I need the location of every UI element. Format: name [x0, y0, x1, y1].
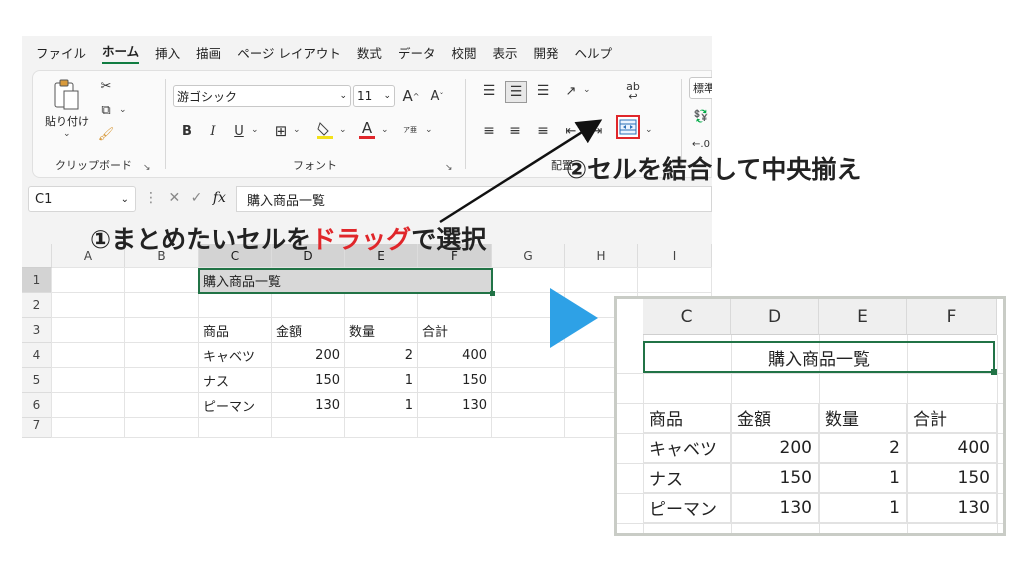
- merged-result-zoom: C D E F 購入商品一覧 商品 金額 数量 合計 キャベツ 200 2 40…: [614, 296, 1006, 536]
- step1-instruction: ①まとめたいセルをドラッグで選択: [90, 220, 486, 256]
- zoom-cell-d4: 200: [731, 433, 819, 463]
- zoom-cell-e3: 数量: [819, 403, 907, 433]
- zoom-column-header-e: E: [819, 299, 907, 335]
- zoom-fill-handle: [991, 369, 997, 375]
- zoom-cell-f3: 合計: [907, 403, 997, 433]
- zoom-column-header-f: F: [907, 299, 997, 335]
- zoom-column-header-d: D: [731, 299, 819, 335]
- zoom-cell-c3: 商品: [643, 403, 731, 433]
- zoom-cell-e5: 1: [819, 463, 907, 493]
- zoom-cell-c4: キャベツ: [643, 433, 731, 463]
- zoom-column-header-c: C: [643, 299, 731, 335]
- zoom-grid-vline: [997, 335, 998, 533]
- step2-instruction: ②セルを結合して中央揃え: [566, 155, 862, 184]
- zoom-cell-d3: 金額: [731, 403, 819, 433]
- zoom-cell-d5: 150: [731, 463, 819, 493]
- zoom-cell-e6: 1: [819, 493, 907, 523]
- zoom-cell-d6: 130: [731, 493, 819, 523]
- zoom-cell-f6: 130: [907, 493, 997, 523]
- zoom-cell-c6: ピーマン: [643, 493, 731, 523]
- step1-prefix: ①まとめたいセルを: [90, 225, 312, 254]
- zoom-merged-title-cell: 購入商品一覧: [643, 341, 995, 373]
- play-arrow-icon: [550, 288, 598, 348]
- zoom-cell-c5: ナス: [643, 463, 731, 493]
- zoom-grid-hline: [617, 373, 1003, 374]
- step1-highlight: ドラッグ: [311, 225, 412, 254]
- zoom-cell-e4: 2: [819, 433, 907, 463]
- zoom-cell-f4: 400: [907, 433, 997, 463]
- zoom-grid-hline: [617, 523, 1003, 524]
- step1-suffix: で選択: [411, 225, 487, 254]
- zoom-cell-f5: 150: [907, 463, 997, 493]
